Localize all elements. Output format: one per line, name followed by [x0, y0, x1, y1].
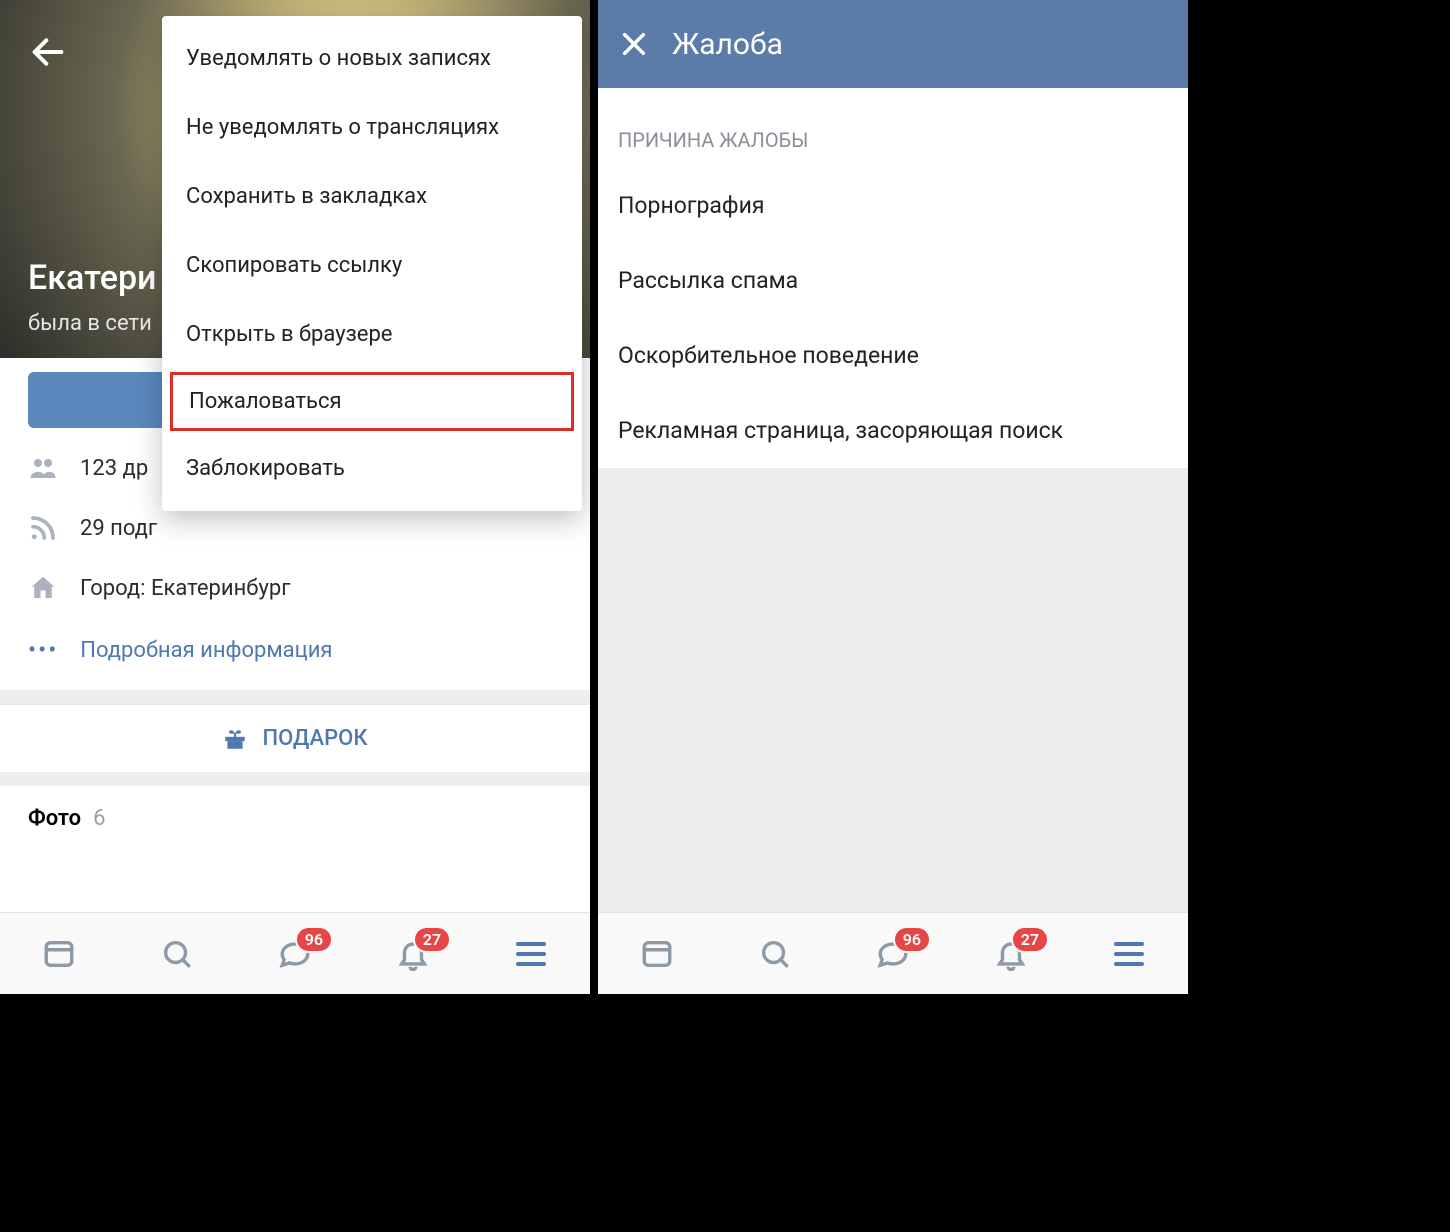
- tab-search[interactable]: [751, 930, 799, 978]
- messages-badge: 96: [893, 926, 931, 953]
- reason-section-label: ПРИЧИНА ЖАЛОБЫ: [598, 88, 1188, 168]
- close-icon[interactable]: [618, 28, 650, 60]
- more-info-label: Подробная информация: [80, 638, 332, 663]
- messages-badge: 96: [295, 926, 333, 953]
- reason-item[interactable]: Порнография: [598, 168, 1188, 243]
- more-info-row[interactable]: ••• Подробная информация: [0, 618, 590, 704]
- last-seen: была в сети: [28, 311, 152, 336]
- tab-notifications[interactable]: 27: [987, 930, 1035, 978]
- gift-icon: [222, 726, 248, 752]
- tab-feed[interactable]: [633, 930, 681, 978]
- menu-item[interactable]: Уведомлять о новых записях: [162, 24, 582, 93]
- photo-count: 6: [93, 806, 105, 831]
- menu-item[interactable]: Открыть в браузере: [162, 300, 582, 369]
- followers-text: 29 подг: [80, 516, 157, 541]
- reason-item[interactable]: Оскорбительное поведение: [598, 318, 1188, 393]
- hamburger-icon: [516, 942, 546, 966]
- people-icon: [28, 453, 58, 483]
- photo-section-header[interactable]: Фото 6: [0, 786, 590, 831]
- notify-badge: 27: [413, 926, 451, 953]
- home-icon: [28, 573, 58, 603]
- reason-item[interactable]: Рассылка спама: [598, 243, 1188, 318]
- tab-menu[interactable]: [1105, 930, 1153, 978]
- right-phone: Жалоба ПРИЧИНА ЖАЛОБЫ ПорнографияРассылк…: [598, 0, 1188, 994]
- menu-item[interactable]: Сохранить в закладках: [162, 162, 582, 231]
- gift-button[interactable]: ПОДАРОК: [0, 704, 590, 786]
- friends-text: 123 др: [80, 456, 148, 481]
- city-row[interactable]: Город: Екатеринбург: [28, 558, 562, 618]
- appbar-title: Жалоба: [672, 27, 783, 62]
- gift-label: ПОДАРОК: [262, 726, 367, 751]
- menu-item[interactable]: Пожаловаться: [170, 372, 574, 431]
- menu-item[interactable]: Заблокировать: [162, 434, 582, 503]
- tab-feed[interactable]: [35, 930, 83, 978]
- menu-item[interactable]: Не уведомлять о трансляциях: [162, 93, 582, 162]
- tab-menu[interactable]: [507, 930, 555, 978]
- app-bar: Жалоба: [598, 0, 1188, 88]
- notify-badge: 27: [1011, 926, 1049, 953]
- tab-search[interactable]: [153, 930, 201, 978]
- hamburger-icon: [1114, 942, 1144, 966]
- tab-notifications[interactable]: 27: [389, 930, 437, 978]
- tab-bar: 96 27: [0, 912, 590, 994]
- tab-messages[interactable]: 96: [869, 930, 917, 978]
- photo-label: Фото: [28, 806, 81, 831]
- back-icon[interactable]: [28, 32, 68, 72]
- left-phone: Екатери была в сети Сообц 123 др 29 подг: [0, 0, 590, 994]
- dots-icon: •••: [28, 636, 58, 664]
- reason-item[interactable]: Рекламная страница, засоряющая поиск: [598, 393, 1188, 468]
- tab-bar: 96 27: [598, 912, 1188, 994]
- tab-messages[interactable]: 96: [271, 930, 319, 978]
- reasons-list: ПорнографияРассылка спамаОскорбительное …: [598, 168, 1188, 468]
- profile-name: Екатери: [28, 258, 156, 298]
- menu-item[interactable]: Скопировать ссылку: [162, 231, 582, 300]
- city-text: Город: Екатеринбург: [80, 576, 290, 601]
- overflow-menu: Уведомлять о новых записяхНе уведомлять …: [162, 16, 582, 511]
- rss-icon: [28, 513, 58, 543]
